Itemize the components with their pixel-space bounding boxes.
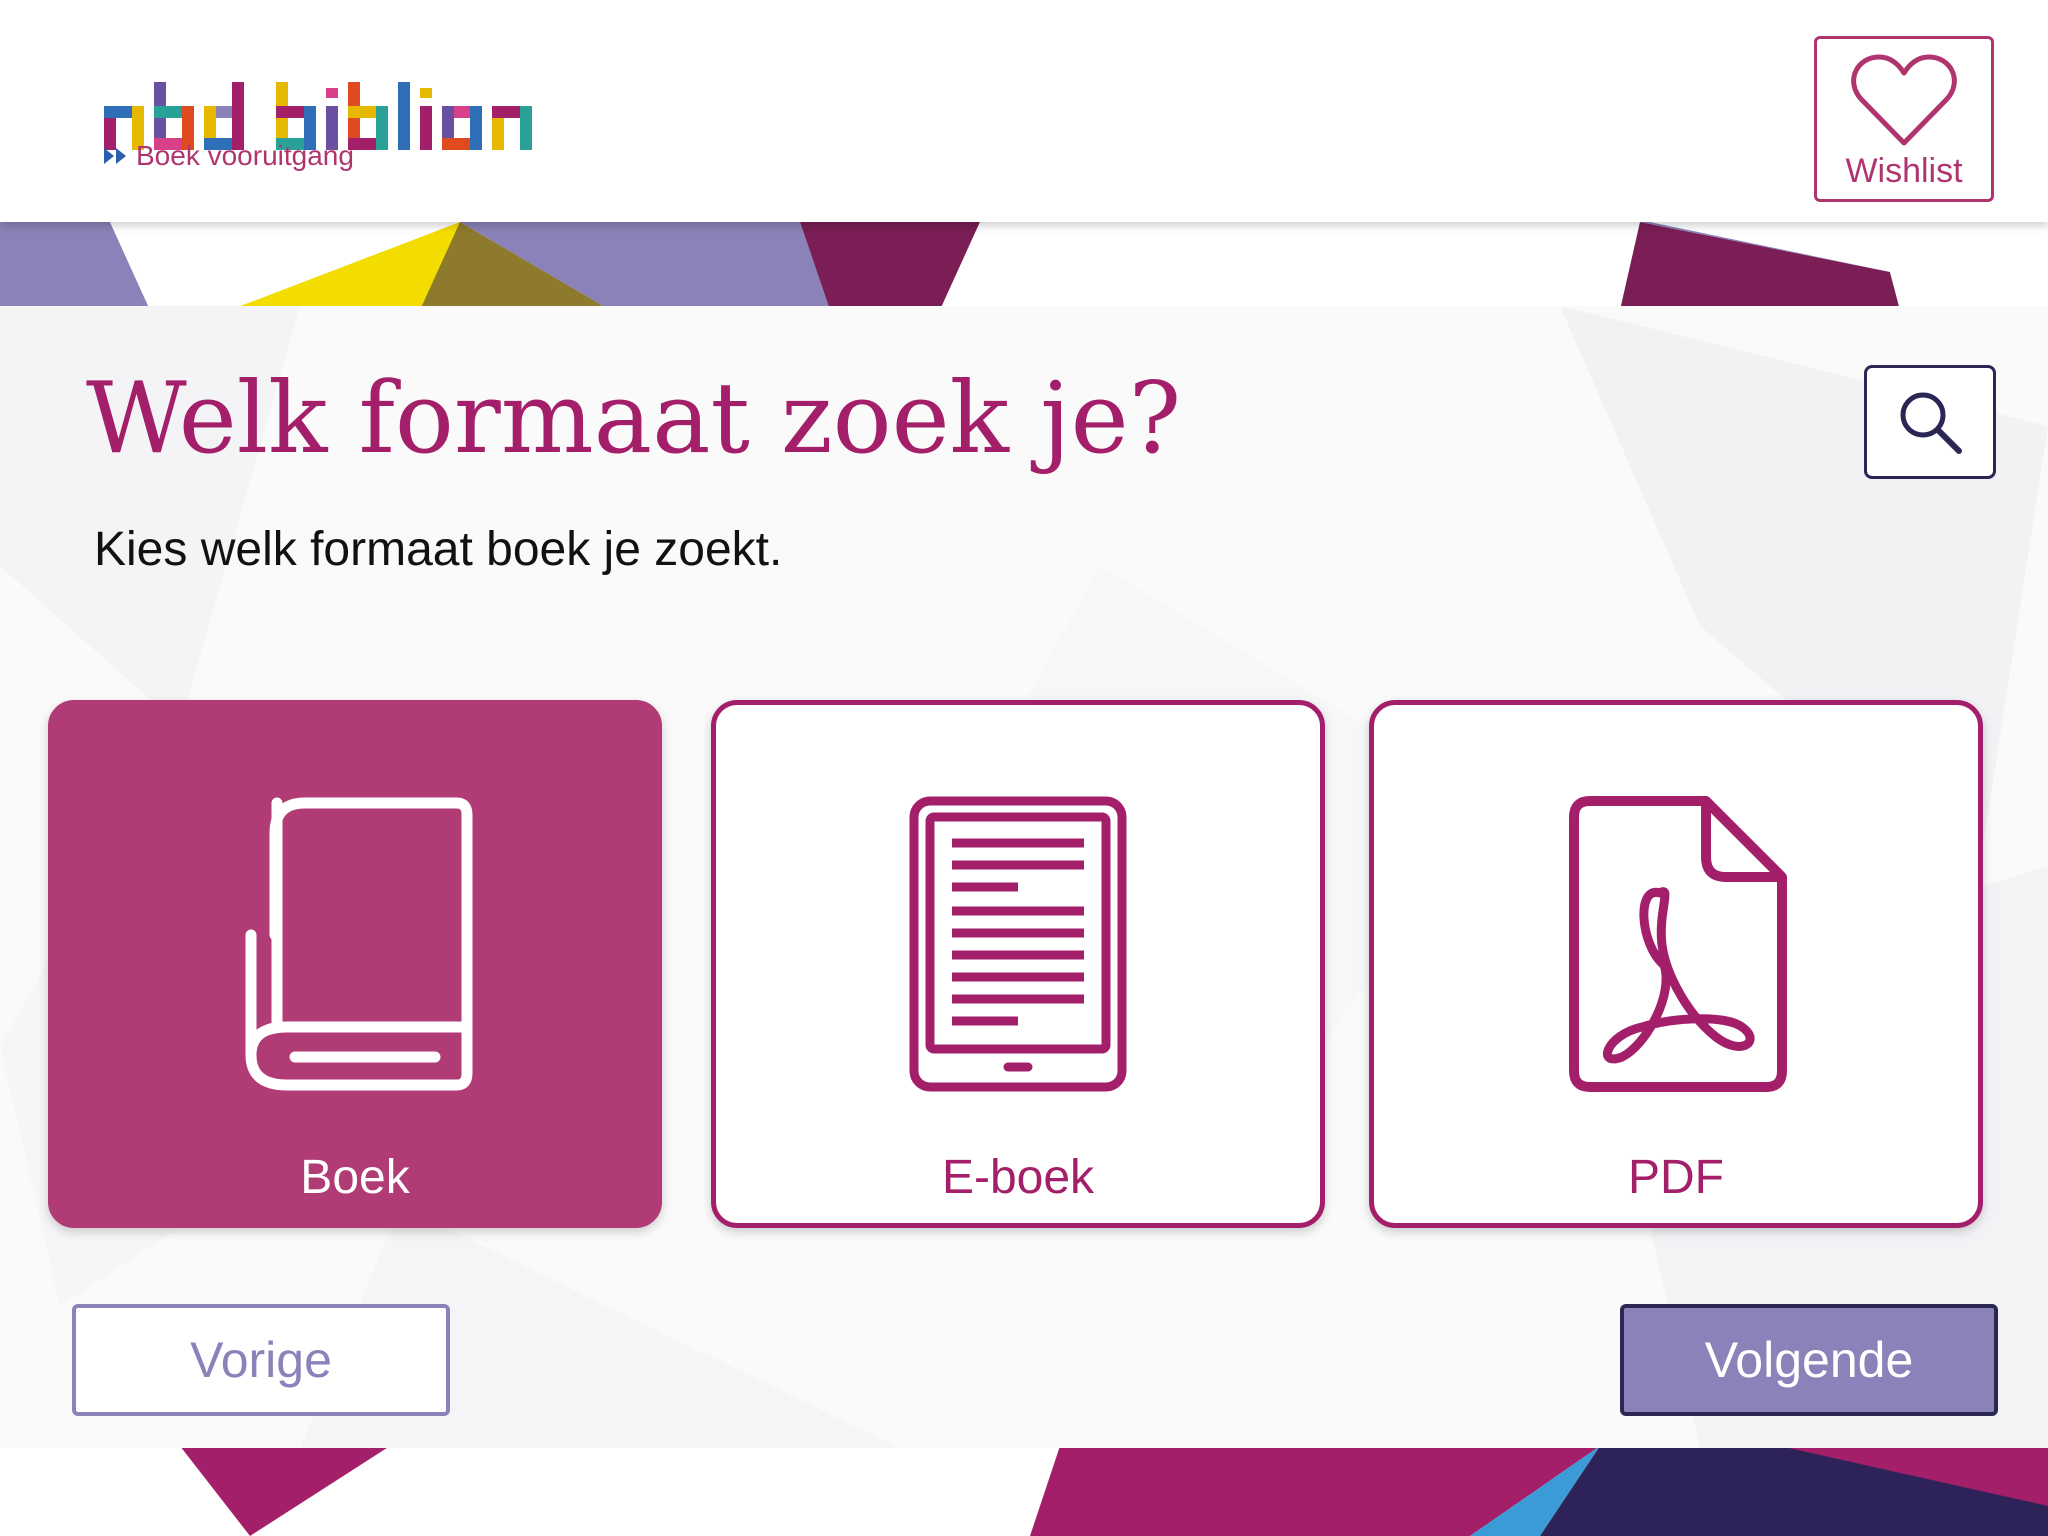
previous-button[interactable]: Vorige — [72, 1304, 450, 1416]
page-subtitle: Kies welk formaat boek je zoekt. — [94, 523, 783, 576]
format-label-boek: Boek — [300, 1151, 410, 1204]
fast-forward-icon — [104, 148, 126, 164]
format-card-eboek[interactable]: E-boek — [711, 700, 1325, 1228]
format-card-pdf[interactable]: PDF — [1369, 700, 1983, 1228]
search-icon — [1900, 392, 1962, 454]
tagline-text: Boek vooruitgang — [136, 140, 354, 171]
page-title: Welk formaat zoek je? — [86, 362, 1182, 476]
format-card-boek[interactable]: Boek — [48, 700, 662, 1228]
next-button[interactable]: Volgende — [1620, 1304, 1998, 1416]
ereader-icon — [909, 796, 1127, 1092]
brand-tagline: Boek vooruitgang — [104, 140, 354, 172]
pdf-file-icon — [1569, 796, 1787, 1092]
format-label-pdf: PDF — [1628, 1151, 1724, 1204]
heart-icon — [1851, 54, 1957, 146]
wishlist-label: Wishlist — [1845, 152, 1963, 190]
search-button[interactable] — [1864, 365, 1996, 479]
decorative-band-top — [0, 222, 2048, 310]
wishlist-button[interactable]: Wishlist — [1814, 36, 1994, 202]
app-header: Boek vooruitgang Wishlist — [0, 0, 2048, 222]
decorative-band-bottom — [0, 1446, 2048, 1536]
book-icon — [245, 797, 473, 1091]
format-label-eboek: E-boek — [941, 1151, 1095, 1204]
